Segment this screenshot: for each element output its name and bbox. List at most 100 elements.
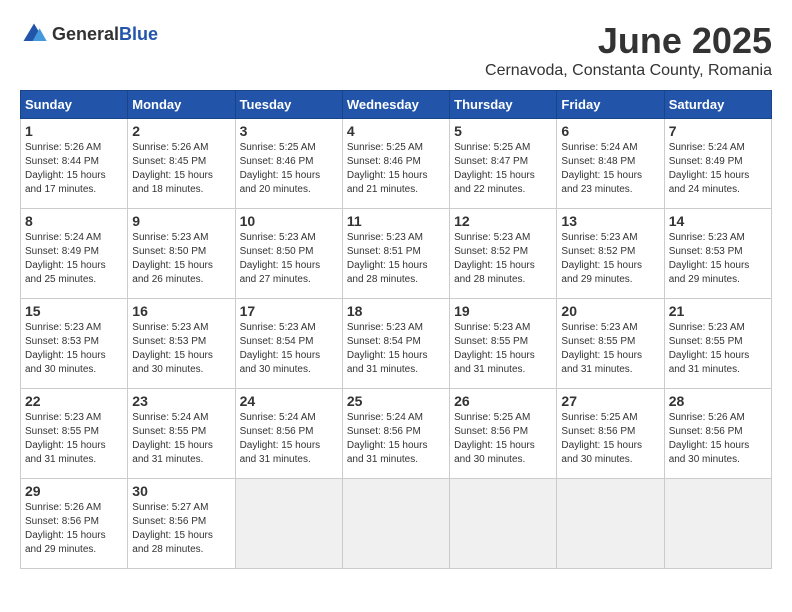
- day-number: 12: [454, 213, 552, 229]
- col-tuesday: Tuesday: [235, 91, 342, 119]
- col-wednesday: Wednesday: [342, 91, 449, 119]
- table-row: 28 Sunrise: 5:26 AMSunset: 8:56 PMDayligh…: [664, 389, 771, 479]
- day-info: Sunrise: 5:23 AMSunset: 8:52 PMDaylight:…: [561, 231, 659, 287]
- logo-blue: Blue: [119, 24, 158, 44]
- day-info: Sunrise: 5:23 AMSunset: 8:55 PMDaylight:…: [454, 321, 552, 377]
- table-row: 19 Sunrise: 5:23 AMSunset: 8:55 PMDayligh…: [450, 299, 557, 389]
- page-header: GeneralBlue June 2025 Cernavoda, Constan…: [20, 20, 772, 80]
- calendar-week-row: 8 Sunrise: 5:24 AMSunset: 8:49 PMDaylight…: [21, 209, 772, 299]
- table-row: 13Sunrise: 5:23 AMSunset: 8:52 PMDayligh…: [557, 209, 664, 299]
- logo: GeneralBlue: [20, 20, 158, 48]
- table-row: 6 Sunrise: 5:24 AMSunset: 8:48 PMDaylight…: [557, 119, 664, 209]
- day-info: Sunrise: 5:26 AMSunset: 8:56 PMDaylight:…: [669, 411, 767, 467]
- table-row: 5 Sunrise: 5:25 AMSunset: 8:47 PMDaylight…: [450, 119, 557, 209]
- day-info: Sunrise: 5:23 AMSunset: 8:54 PMDaylight:…: [240, 321, 338, 377]
- table-row: 2Sunrise: 5:26 AMSunset: 8:45 PMDaylight…: [128, 119, 235, 209]
- col-monday: Monday: [128, 91, 235, 119]
- day-number: 2: [132, 123, 230, 139]
- table-row: 15Sunrise: 5:23 AMSunset: 8:53 PMDayligh…: [21, 299, 128, 389]
- day-number: 18: [347, 303, 445, 319]
- day-number: 22: [25, 393, 123, 409]
- day-number: 11: [347, 213, 445, 229]
- day-number: 7: [669, 123, 767, 139]
- table-row: 9 Sunrise: 5:23 AMSunset: 8:50 PMDaylight…: [128, 209, 235, 299]
- day-number: 28: [669, 393, 767, 409]
- day-info: Sunrise: 5:23 AMSunset: 8:53 PMDaylight:…: [132, 321, 230, 377]
- table-row: 25 Sunrise: 5:24 AMSunset: 8:56 PMDayligh…: [342, 389, 449, 479]
- day-number: 21: [669, 303, 767, 319]
- table-row: 22Sunrise: 5:23 AMSunset: 8:55 PMDayligh…: [21, 389, 128, 479]
- table-row: 20Sunrise: 5:23 AMSunset: 8:55 PMDayligh…: [557, 299, 664, 389]
- day-info: Sunrise: 5:24 AMSunset: 8:48 PMDaylight:…: [561, 141, 659, 197]
- day-info: Sunrise: 5:25 AMSunset: 8:56 PMDaylight:…: [454, 411, 552, 467]
- table-row: 11 Sunrise: 5:23 AMSunset: 8:51 PMDayligh…: [342, 209, 449, 299]
- calendar-week-row: 1 Sunrise: 5:26 AMSunset: 8:44 PMDaylight…: [21, 119, 772, 209]
- location-title: Cernavoda, Constanta County, Romania: [485, 62, 772, 80]
- day-info: Sunrise: 5:24 AMSunset: 8:55 PMDaylight:…: [132, 411, 230, 467]
- day-number: 8: [25, 213, 123, 229]
- day-info: Sunrise: 5:23 AMSunset: 8:52 PMDaylight:…: [454, 231, 552, 287]
- logo-text: GeneralBlue: [52, 24, 158, 45]
- day-number: 16: [132, 303, 230, 319]
- table-row: 8 Sunrise: 5:24 AMSunset: 8:49 PMDaylight…: [21, 209, 128, 299]
- day-number: 19: [454, 303, 552, 319]
- table-row: 26 Sunrise: 5:25 AMSunset: 8:56 PMDayligh…: [450, 389, 557, 479]
- day-info: Sunrise: 5:23 AMSunset: 8:53 PMDaylight:…: [669, 231, 767, 287]
- calendar-week-row: 15Sunrise: 5:23 AMSunset: 8:53 PMDayligh…: [21, 299, 772, 389]
- table-row: 21 Sunrise: 5:23 AMSunset: 8:55 PMDayligh…: [664, 299, 771, 389]
- calendar-empty-cell: [664, 479, 771, 569]
- day-info: Sunrise: 5:23 AMSunset: 8:50 PMDaylight:…: [240, 231, 338, 287]
- table-row: 1 Sunrise: 5:26 AMSunset: 8:44 PMDaylight…: [21, 119, 128, 209]
- table-row: 16 Sunrise: 5:23 AMSunset: 8:53 PMDayligh…: [128, 299, 235, 389]
- day-info: Sunrise: 5:24 AMSunset: 8:56 PMDaylight:…: [240, 411, 338, 467]
- day-number: 9: [132, 213, 230, 229]
- day-info: Sunrise: 5:23 AMSunset: 8:50 PMDaylight:…: [132, 231, 230, 287]
- day-number: 26: [454, 393, 552, 409]
- day-number: 3: [240, 123, 338, 139]
- day-number: 1: [25, 123, 123, 139]
- month-title: June 2025: [485, 20, 772, 62]
- day-info: Sunrise: 5:24 AMSunset: 8:56 PMDaylight:…: [347, 411, 445, 467]
- calendar-empty-cell: [342, 479, 449, 569]
- table-row: 18 Sunrise: 5:23 AMSunset: 8:54 PMDayligh…: [342, 299, 449, 389]
- calendar-empty-cell: [557, 479, 664, 569]
- table-row: 12 Sunrise: 5:23 AMSunset: 8:52 PMDayligh…: [450, 209, 557, 299]
- day-number: 27: [561, 393, 659, 409]
- table-row: 24 Sunrise: 5:24 AMSunset: 8:56 PMDayligh…: [235, 389, 342, 479]
- table-row: 10 Sunrise: 5:23 AMSunset: 8:50 PMDayligh…: [235, 209, 342, 299]
- day-info: Sunrise: 5:25 AMSunset: 8:46 PMDaylight:…: [240, 141, 338, 197]
- day-info: Sunrise: 5:26 AMSunset: 8:56 PMDaylight:…: [25, 501, 123, 557]
- day-number: 29: [25, 483, 123, 499]
- col-saturday: Saturday: [664, 91, 771, 119]
- day-number: 10: [240, 213, 338, 229]
- col-thursday: Thursday: [450, 91, 557, 119]
- day-number: 5: [454, 123, 552, 139]
- day-number: 30: [132, 483, 230, 499]
- day-info: Sunrise: 5:24 AMSunset: 8:49 PMDaylight:…: [669, 141, 767, 197]
- day-info: Sunrise: 5:27 AMSunset: 8:56 PMDaylight:…: [132, 501, 230, 557]
- calendar-empty-cell: [235, 479, 342, 569]
- day-info: Sunrise: 5:25 AMSunset: 8:46 PMDaylight:…: [347, 141, 445, 197]
- calendar-table: Sunday Monday Tuesday Wednesday Thursday…: [20, 90, 772, 569]
- day-info: Sunrise: 5:26 AMSunset: 8:44 PMDaylight:…: [25, 141, 123, 197]
- calendar-empty-cell: [450, 479, 557, 569]
- day-number: 14: [669, 213, 767, 229]
- day-number: 24: [240, 393, 338, 409]
- day-number: 25: [347, 393, 445, 409]
- col-friday: Friday: [557, 91, 664, 119]
- table-row: 7 Sunrise: 5:24 AMSunset: 8:49 PMDaylight…: [664, 119, 771, 209]
- day-info: Sunrise: 5:24 AMSunset: 8:49 PMDaylight:…: [25, 231, 123, 287]
- day-info: Sunrise: 5:23 AMSunset: 8:51 PMDaylight:…: [347, 231, 445, 287]
- day-info: Sunrise: 5:25 AMSunset: 8:47 PMDaylight:…: [454, 141, 552, 197]
- table-row: 30 Sunrise: 5:27 AMSunset: 8:56 PMDayligh…: [128, 479, 235, 569]
- col-sunday: Sunday: [21, 91, 128, 119]
- day-info: Sunrise: 5:23 AMSunset: 8:55 PMDaylight:…: [669, 321, 767, 377]
- day-number: 6: [561, 123, 659, 139]
- logo-general: General: [52, 24, 119, 44]
- calendar-week-row: 29 Sunrise: 5:26 AMSunset: 8:56 PMDayligh…: [21, 479, 772, 569]
- title-area: June 2025 Cernavoda, Constanta County, R…: [485, 20, 772, 80]
- day-info: Sunrise: 5:23 AMSunset: 8:54 PMDaylight:…: [347, 321, 445, 377]
- day-info: Sunrise: 5:23 AMSunset: 8:53 PMDaylight:…: [25, 321, 123, 377]
- table-row: 14 Sunrise: 5:23 AMSunset: 8:53 PMDayligh…: [664, 209, 771, 299]
- day-info: Sunrise: 5:23 AMSunset: 8:55 PMDaylight:…: [561, 321, 659, 377]
